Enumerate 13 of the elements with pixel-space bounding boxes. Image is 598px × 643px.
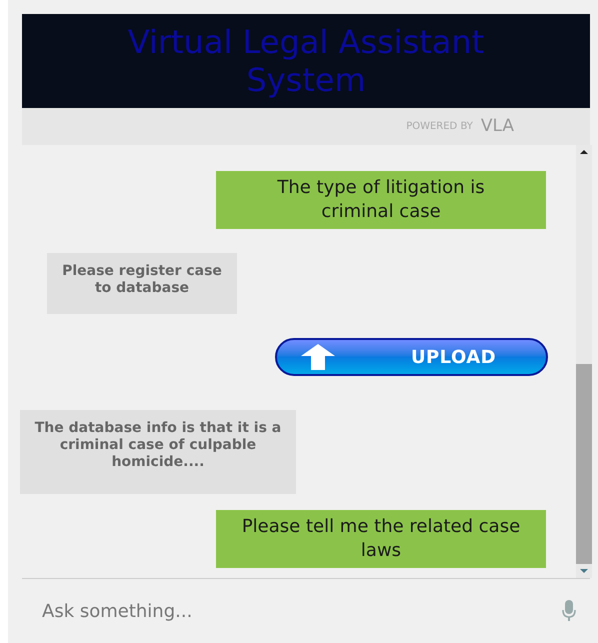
powered-by-label: POWERED BY bbox=[406, 120, 473, 134]
user-message: Please tell me the related case laws bbox=[216, 510, 546, 568]
app-title: Virtual Legal Assistant System bbox=[126, 23, 486, 99]
microphone-icon[interactable] bbox=[562, 600, 576, 622]
user-message: The type of litigation is criminal case bbox=[216, 171, 546, 229]
message-input[interactable]: Ask something... bbox=[22, 598, 562, 624]
up-arrow-icon bbox=[301, 344, 335, 370]
brand-name: VLA bbox=[480, 114, 514, 138]
upload-button[interactable]: UPLOAD bbox=[275, 338, 548, 376]
bot-message: The database info is that it is a criminal case of culpable homicide.... bbox=[20, 410, 296, 494]
scrollbar[interactable] bbox=[576, 145, 592, 578]
bot-message: Please register case to database bbox=[47, 253, 237, 314]
scroll-thumb[interactable] bbox=[576, 364, 592, 564]
